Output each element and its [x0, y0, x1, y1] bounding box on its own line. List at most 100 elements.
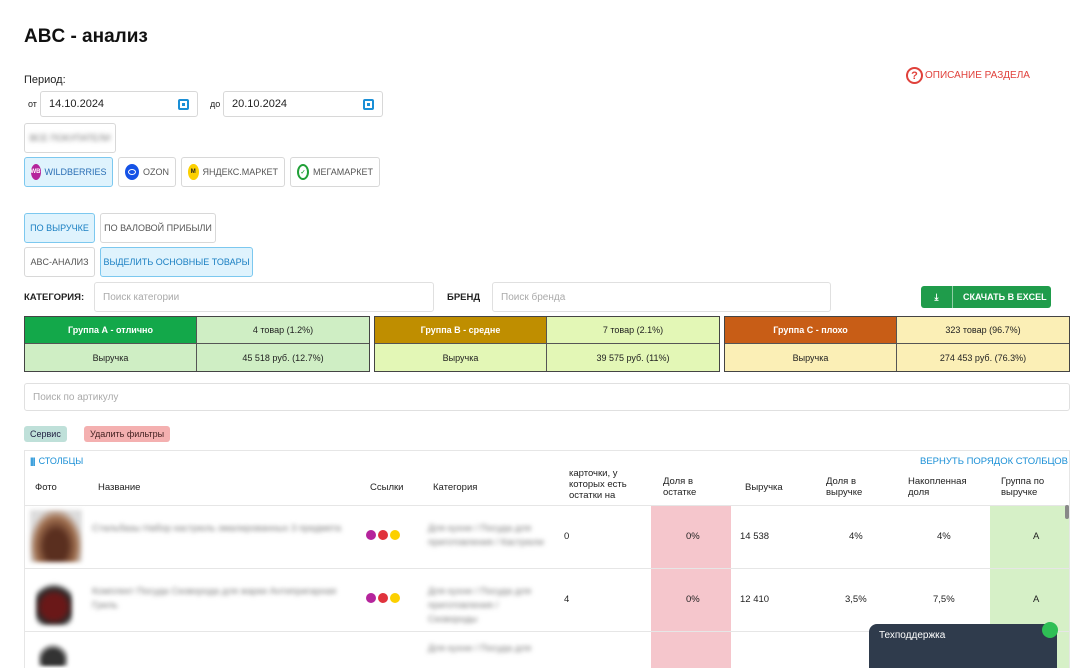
wildberries-logo-icon: WB [30, 164, 41, 180]
revenue-value: 12 410 [740, 594, 770, 605]
stock-share-value: 0% [686, 531, 700, 542]
header-revenue-share[interactable]: Доля в выручке [826, 476, 878, 498]
marketplace-label: WILDBERRIES [44, 167, 107, 177]
header-stock-cards[interactable]: карточки, у которых есть остатки на [569, 468, 651, 501]
header-stock-share[interactable]: Доля в остатке [663, 476, 709, 498]
by-revenue-button[interactable]: ПО ВЫРУЧКЕ [24, 213, 95, 243]
header-name[interactable]: Название [98, 482, 140, 493]
ozon-link-icon[interactable] [378, 593, 388, 603]
marketplace-wildberries[interactable]: WB WILDBERRIES [24, 157, 113, 187]
abc-analysis-page: ABC - анализ ? ОПИСАНИЕ РАЗДЕЛА Период: … [0, 0, 1092, 668]
group-b-summary: Группа B - средне 7 товар (2.1%) Выручка… [374, 316, 720, 372]
reset-columns-link[interactable]: ВЕРНУТЬ ПОРЯДОК СТОЛБЦОВ [920, 456, 1068, 467]
help-link-label: ОПИСАНИЕ РАЗДЕЛА [925, 70, 1030, 81]
stock-cards-value: 4 [564, 594, 570, 605]
ozon-link-icon[interactable] [378, 530, 388, 540]
product-category: Для кухни / Посуда для приготовления / К… [428, 523, 544, 548]
date-to-input[interactable]: 20.10.2024 [223, 91, 383, 117]
article-search-input[interactable]: Поиск по артикулу [24, 383, 1070, 411]
header-revenue[interactable]: Выручка [745, 482, 783, 493]
group-a-value: 45 518 руб. (12.7%) [197, 344, 369, 371]
stock-share-value: 0% [686, 594, 700, 605]
product-photo [36, 573, 72, 625]
page-title: ABC - анализ [24, 26, 148, 47]
group-a-count: 4 товар (1.2%) [197, 317, 369, 344]
marketplace-megamarket[interactable]: ✓ МЕГАМАРКЕТ [290, 157, 380, 187]
group-c-count: 323 товар (96.7%) [897, 317, 1069, 344]
group-a-summary: Группа А - отлично 4 товар (1.2%) Выручк… [24, 316, 370, 372]
group-b-count: 7 товар (2.1%) [547, 317, 719, 344]
product-category: Для кухни / Посуда для [428, 643, 531, 654]
help-link[interactable]: ? ОПИСАНИЕ РАЗДЕЛА [906, 67, 1030, 84]
product-name[interactable]: Комплект Посуда Сковорода для жарки Анти… [92, 585, 354, 613]
header-category[interactable]: Категория [433, 482, 477, 493]
marketplace-links [366, 593, 400, 603]
calendar-icon[interactable] [363, 98, 374, 110]
date-to-value: 20.10.2024 [232, 98, 288, 110]
support-widget[interactable]: Техподдержка [869, 624, 1057, 668]
to-label: до [210, 99, 221, 109]
group-b-value: 39 575 руб. (11%) [547, 344, 719, 371]
download-excel-label: СКАЧАТЬ В EXCEL [963, 292, 1047, 302]
wildberries-link-icon[interactable] [366, 530, 376, 540]
marketplace-label: OZON [143, 167, 169, 177]
date-from-input[interactable]: 14.10.2024 [40, 91, 198, 117]
marketplace-label: ЯНДЕКС.МАРКЕТ [202, 167, 279, 177]
group-c-value: 274 453 руб. (76.3%) [897, 344, 1069, 371]
table-scrollbar[interactable] [1065, 505, 1069, 519]
calendar-icon[interactable] [178, 98, 189, 110]
ozon-logo-icon [125, 164, 139, 180]
group-b-metric: Выручка [375, 344, 547, 371]
revenue-share-value: 4% [849, 531, 863, 542]
group-c-summary: Группа C - плохо 323 товар (96.7%) Выруч… [724, 316, 1070, 372]
group-value: A [1033, 594, 1040, 605]
yandex-market-link-icon[interactable] [390, 530, 400, 540]
by-gross-profit-button[interactable]: ПО ВАЛОВОЙ ПРИБЫЛИ [100, 213, 216, 243]
columns-toggle-label: СТОЛБЦЫ [38, 456, 84, 466]
group-c-title: Группа C - плохо [725, 317, 897, 344]
group-value: A [1033, 531, 1040, 542]
marketplace-label: МЕГАМАРКЕТ [312, 167, 373, 177]
product-photo [38, 636, 68, 666]
product-category: Для кухни / Посуда для приготовления / С… [428, 586, 531, 625]
download-icon: ⤓ [921, 286, 953, 308]
header-photo[interactable]: Фото [35, 482, 57, 493]
highlight-main-products-button[interactable]: ВЫДЕЛИТЬ ОСНОВНЫЕ ТОВАРЫ [100, 247, 253, 277]
support-widget-label: Техподдержка [879, 630, 946, 641]
date-from-value: 14.10.2024 [49, 98, 105, 110]
group-c-metric: Выручка [725, 344, 897, 371]
columns-icon: ||| [30, 456, 35, 466]
header-group[interactable]: Группа по выручке [1001, 476, 1057, 498]
support-status-icon [1042, 622, 1058, 638]
header-cumulative-share[interactable]: Накопленная доля [908, 476, 974, 498]
account-chip-label: ВСЕ ПОКУПАТЕЛИ [29, 133, 111, 143]
question-icon: ? [906, 67, 923, 84]
revenue-share-value: 3,5% [845, 594, 867, 605]
account-chip[interactable]: ВСЕ ПОКУПАТЕЛИ [24, 123, 116, 153]
marketplace-yandex-market[interactable]: M ЯНДЕКС.МАРКЕТ [181, 157, 285, 187]
brand-label: БРЕНД [447, 292, 481, 303]
clear-filters-tag[interactable]: Удалить фильтры [84, 426, 171, 442]
product-name[interactable]: Стальбазы Набор кастрюль эмалированных 3… [92, 522, 354, 536]
stock-cards-value: 0 [564, 531, 570, 542]
marketplace-ozon[interactable]: OZON [118, 157, 176, 187]
group-a-title: Группа А - отлично [25, 317, 197, 344]
marketplace-links [366, 530, 400, 540]
product-photo [30, 510, 82, 562]
download-excel-button[interactable]: ⤓ СКАЧАТЬ В EXCEL [921, 286, 1051, 308]
category-label: КАТЕГОРИЯ: [24, 292, 85, 303]
yandex-market-link-icon[interactable] [390, 593, 400, 603]
service-tag[interactable]: Сервис [24, 426, 67, 442]
abc-analysis-button[interactable]: ABC-АНАЛИЗ [24, 247, 95, 277]
brand-search-input[interactable]: Поиск бренда [492, 282, 831, 312]
yandex-market-logo-icon: M [188, 164, 199, 180]
wildberries-link-icon[interactable] [366, 593, 376, 603]
group-a-metric: Выручка [25, 344, 197, 371]
columns-toggle[interactable]: ||| СТОЛБЦЫ [30, 456, 83, 466]
cumulative-share-value: 7,5% [933, 594, 955, 605]
from-label: от [28, 99, 37, 109]
header-links[interactable]: Ссылки [370, 482, 403, 493]
megamarket-logo-icon: ✓ [297, 164, 309, 180]
group-b-title: Группа B - средне [375, 317, 547, 344]
category-search-input[interactable]: Поиск категории [94, 282, 434, 312]
